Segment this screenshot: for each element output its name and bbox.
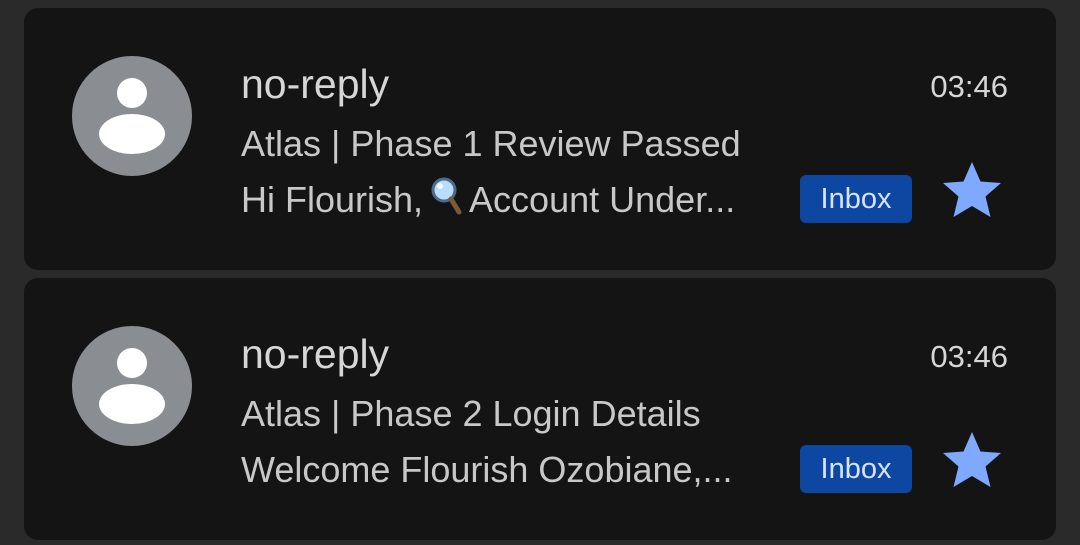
email-list: no-reply 03:46 Atlas | Phase 1 Review Pa… [0,0,1080,545]
email-item[interactable]: no-reply 03:46 Atlas | Phase 1 Review Pa… [24,8,1056,270]
avatar-body-shape [99,384,165,424]
email-snippet-start: Hi Flourish, [241,179,424,220]
magnifying-glass-icon [429,176,463,228]
email-item[interactable]: no-reply 03:46 Atlas | Phase 2 Login Det… [24,278,1056,540]
email-subject: Atlas | Phase 1 Review Passed [241,123,741,164]
avatar[interactable] [72,326,192,446]
email-snippet: Welcome Flourish Ozobiane,... [241,449,733,490]
email-subject: Atlas | Phase 2 Login Details [241,393,701,434]
avatar[interactable] [72,56,192,176]
star-icon[interactable] [940,158,1004,222]
email-snippet-rest: Account Under... [469,179,736,220]
email-sender: no-reply [241,61,390,107]
avatar-head-shape [117,348,147,378]
email-time: 03:46 [930,69,1008,104]
email-time: 03:46 [930,339,1008,374]
email-sender: no-reply [241,331,390,377]
email-snippet: Hi Flourish, Account Under... [241,176,785,228]
avatar-body-shape [99,114,165,154]
inbox-label-badge: Inbox [800,445,912,493]
star-icon[interactable] [940,428,1004,492]
inbox-label-badge: Inbox [800,175,912,223]
avatar-head-shape [117,78,147,108]
